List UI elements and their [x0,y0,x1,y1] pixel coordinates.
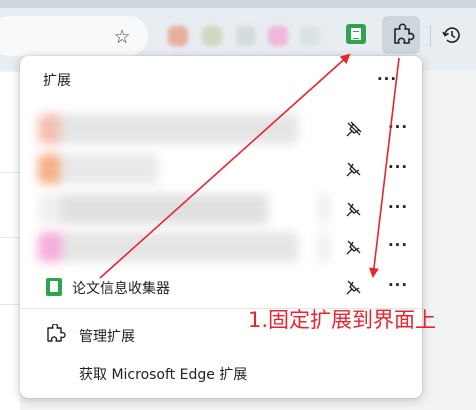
blurred-extension-entry [38,232,328,262]
history-icon[interactable] [441,24,463,46]
tab-strip [0,0,476,8]
extension-name: 论文信息收集器 [72,281,170,297]
page-divider [0,304,20,305]
extension-row-paper-collector[interactable]: 论文信息收集器 ··· [20,268,422,306]
extension-more-button[interactable]: ··· [387,120,409,140]
puzzle-icon [394,23,415,44]
annotation-text: 1.固定扩展到界面上 [248,308,437,332]
toolbar-divider [430,25,431,47]
extensions-button[interactable] [382,16,420,54]
extension-row[interactable]: ··· [20,110,422,148]
get-extensions-label: 获取 Microsoft Edge 扩展 [79,367,248,383]
pin-icon[interactable] [345,160,363,178]
blurred-extension-icon[interactable] [168,26,188,46]
toolbar-extension-icons [160,24,340,48]
extension-more-button[interactable]: ··· [387,200,409,220]
extension-row[interactable]: ··· [20,228,422,266]
blurred-extension-entry [38,114,328,144]
page-divider [0,172,20,173]
blurred-extension-icon[interactable] [268,26,288,46]
pin-icon[interactable] [345,200,363,218]
popup-title: 扩展 [43,73,71,89]
blurred-extension-entry [38,154,328,184]
blurred-extension-icon[interactable] [300,26,320,46]
page-divider [0,237,20,238]
extension-more-button[interactable]: ··· [387,160,409,180]
pin-icon[interactable] [345,238,363,256]
green-document-icon[interactable] [346,24,366,44]
star-outline-icon[interactable]: ☆ [112,27,132,47]
manage-extensions-label: 管理扩展 [79,329,135,345]
blurred-extension-icon[interactable] [202,26,222,46]
blurred-extension-icon[interactable] [236,26,256,46]
popup-more-button[interactable]: ··· [376,72,398,92]
puzzle-icon [47,324,66,342]
pin-icon[interactable] [345,278,363,296]
extension-more-button[interactable]: ··· [387,238,409,258]
green-document-icon [46,278,62,296]
extension-more-button[interactable]: ··· [387,278,409,298]
extension-row[interactable]: ··· [20,150,422,188]
blurred-extension-entry [38,194,328,224]
page-left-panel [0,72,20,410]
get-extensions-item[interactable]: 获取 Microsoft Edge 扩展 [20,356,422,390]
extension-row[interactable]: ··· [20,190,422,228]
pin-icon[interactable] [345,120,363,138]
extensions-popup: 扩展 ··· ··· ··· ··· ··· 论文信息收集器 ··· 管理扩展 … [20,56,422,398]
